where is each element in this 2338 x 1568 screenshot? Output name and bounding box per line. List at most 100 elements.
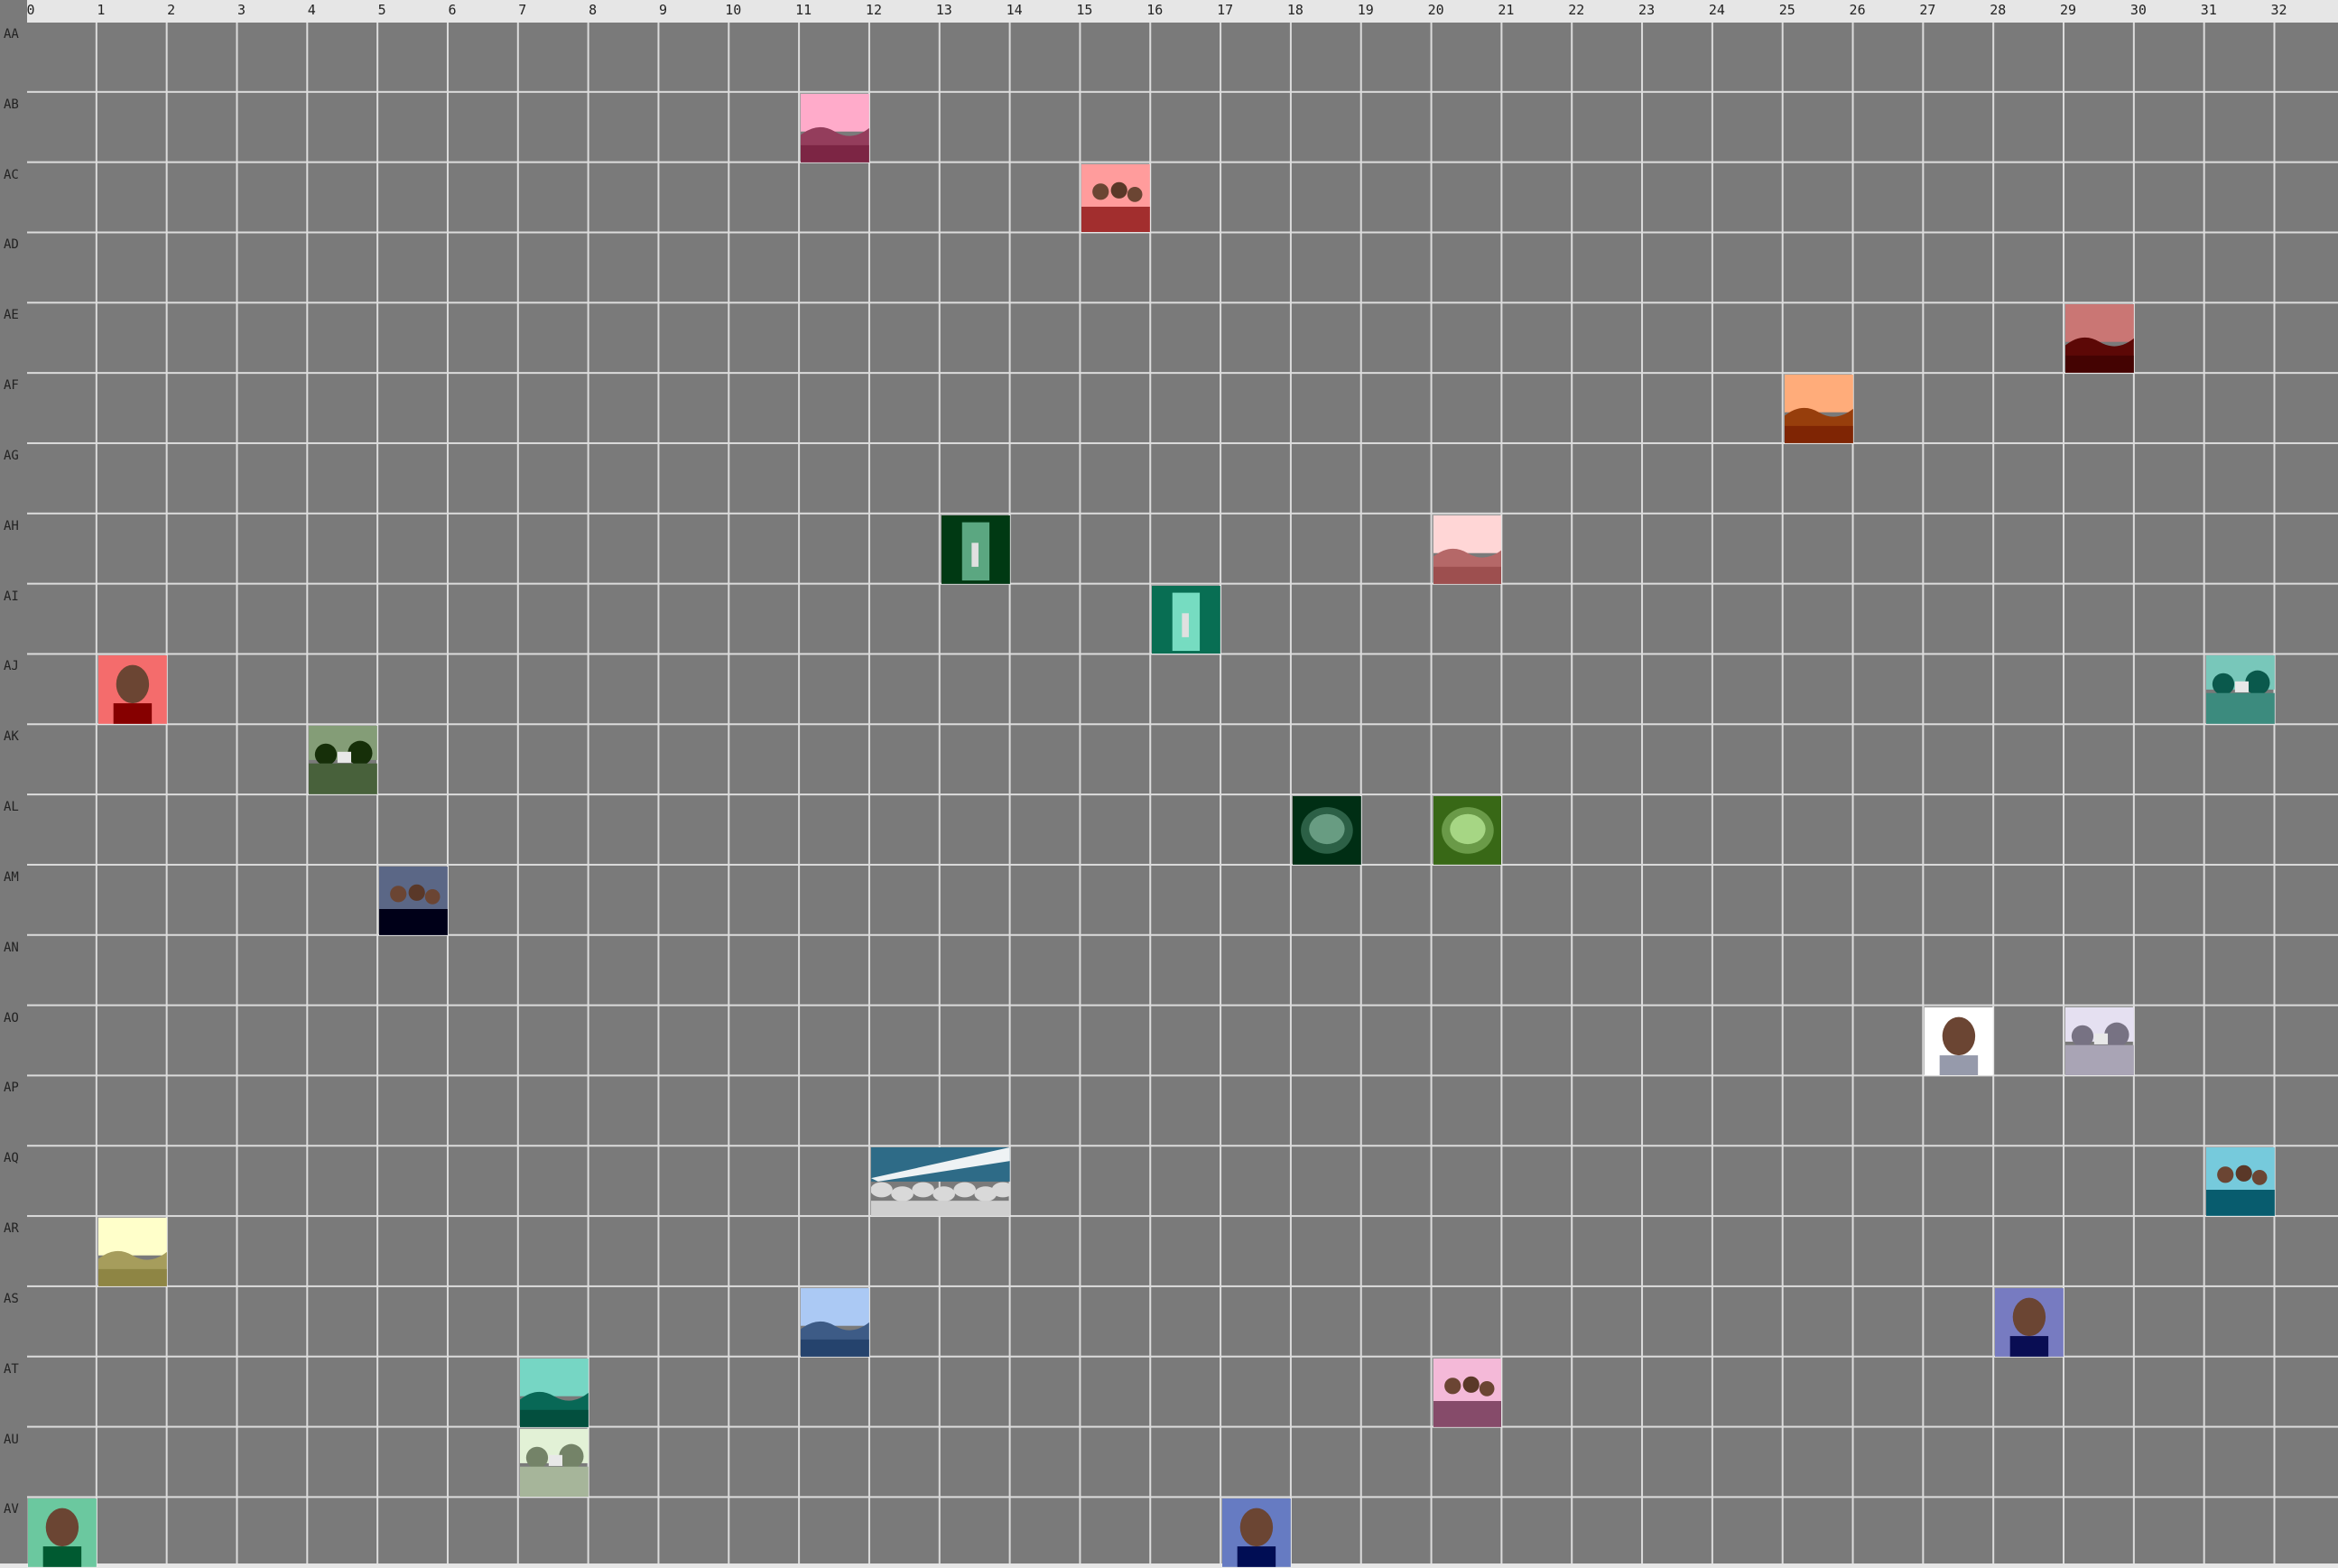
image-tile-am-5[interactable]: [378, 865, 449, 936]
image-tile-av-17[interactable]: [1221, 1498, 1292, 1568]
image-thumbnail-people-sitting: [2205, 1147, 2275, 1217]
column-label-24: 24: [1708, 2, 1725, 18]
column-label-12: 12: [865, 2, 882, 18]
image-tile-au-7[interactable]: [518, 1427, 589, 1498]
column-label-16: 16: [1146, 2, 1164, 18]
image-thumbnail-teal-hill: [519, 1358, 589, 1427]
column-label-28: 28: [1990, 2, 2007, 18]
row-label-AA: AA: [4, 27, 19, 42]
image-tile-aj-31[interactable]: [2204, 654, 2276, 726]
image-thumbnail-sunset-coast: [97, 1218, 167, 1286]
column-label-18: 18: [1286, 2, 1304, 18]
column-label-1: 1: [97, 2, 106, 18]
image-tile-ab-11[interactable]: [800, 92, 870, 163]
image-tile-at-7[interactable]: [518, 1357, 589, 1428]
image-thumbnail-child-portrait: [97, 655, 167, 725]
image-thumbnail-boy-portrait: [1222, 1498, 1291, 1568]
column-label-15: 15: [1076, 2, 1093, 18]
column-label-3: 3: [237, 2, 246, 18]
row-label-AG: AG: [4, 448, 19, 463]
image-thumbnail-green-doorway: [941, 515, 1010, 584]
row-label-AC: AC: [4, 167, 19, 182]
row-label-AK: AK: [4, 729, 19, 745]
image-tile-ah-13[interactable]: [940, 514, 1011, 585]
row-label-AI: AI: [4, 589, 19, 604]
image-thumbnail-people-water: [379, 866, 448, 935]
column-label-30: 30: [2129, 2, 2147, 18]
image-tile-ae-29[interactable]: [2064, 303, 2135, 375]
image-thumbnail-pink-sky-landscape: [801, 93, 869, 162]
image-thumbnail-house-road: [2065, 1007, 2134, 1076]
image-thumbnail-teal-village: [2205, 655, 2275, 725]
image-tile-af-25[interactable]: [1783, 374, 1854, 444]
row-label-AT: AT: [4, 1361, 19, 1377]
row-label-AO: AO: [4, 1010, 19, 1025]
column-label-5: 5: [377, 2, 386, 18]
image-thumbnail-red-mountain: [2065, 304, 2134, 374]
image-tile-aq-31[interactable]: [2204, 1146, 2276, 1218]
row-label-AS: AS: [4, 1291, 19, 1306]
image-thumbnail-park-trees: [519, 1428, 589, 1498]
row-label-AL: AL: [4, 800, 19, 815]
image-thumbnail-mountain-horizon: [1433, 515, 1502, 584]
row-label-AF: AF: [4, 378, 19, 394]
image-tile-ao-27[interactable]: [1924, 1006, 1995, 1077]
row-label-AB: AB: [4, 97, 19, 112]
image-tile-as-28[interactable]: [1994, 1286, 2065, 1358]
column-label-31: 31: [2200, 2, 2217, 18]
image-tile-ar-1[interactable]: [97, 1217, 168, 1287]
row-header: AA AB AC AD AE AF AG AH AI AJ AK AL AM AN AO AP AQ AR AS AT…: [0, 0, 27, 1563]
image-tile-al-20[interactable]: [1432, 795, 1503, 866]
row-label-AJ: AJ: [4, 659, 19, 674]
column-label-9: 9: [658, 2, 667, 18]
column-label-29: 29: [2060, 2, 2077, 18]
column-label-20: 20: [1427, 2, 1444, 18]
image-tile-al-18[interactable]: [1291, 795, 1362, 866]
image-thumbnail-smiling-woman: [28, 1498, 97, 1568]
image-thumbnail-person-standing: [1925, 1007, 1994, 1076]
row-label-AN: AN: [4, 940, 19, 955]
row-label-AD: AD: [4, 237, 19, 253]
row-label-AR: AR: [4, 1221, 19, 1237]
column-label-2: 2: [167, 2, 176, 18]
image-tile-ah-20[interactable]: [1432, 514, 1503, 585]
image-tile-aj-1[interactable]: [97, 654, 168, 726]
row-label-AH: AH: [4, 518, 19, 533]
column-label-22: 22: [1568, 2, 1585, 18]
column-label-27: 27: [1919, 2, 1936, 18]
image-thumbnail-group-photo: [1433, 1358, 1502, 1427]
image-tile-ao-29[interactable]: [2064, 1006, 2135, 1077]
column-label-4: 4: [307, 2, 316, 18]
column-label-25: 25: [1778, 2, 1795, 18]
image-tile-as-11[interactable]: [800, 1286, 870, 1358]
image-thumbnail-desert-field: [1784, 375, 1853, 443]
image-tile-ac-15[interactable]: [1081, 162, 1152, 234]
column-label-0: 0: [26, 2, 35, 18]
row-label-AM: AM: [4, 869, 19, 885]
image-thumbnail-room-interior: [1152, 585, 1221, 654]
image-thumbnail-green-foliage: [1292, 796, 1361, 865]
row-label-AU: AU: [4, 1432, 19, 1447]
row-label-AV: AV: [4, 1502, 19, 1517]
image-tile-ai-16[interactable]: [1151, 584, 1222, 655]
column-label-8: 8: [589, 2, 598, 18]
column-label-6: 6: [448, 2, 457, 18]
column-label-23: 23: [1638, 2, 1656, 18]
image-thumbnail-green-bowl: [1433, 796, 1502, 865]
image-thumbnail-person-beach: [1995, 1287, 2064, 1357]
column-label-7: 7: [518, 2, 527, 18]
image-tile-aq-12[interactable]: [869, 1146, 1011, 1218]
column-label-32: 32: [2270, 2, 2287, 18]
column-label-10: 10: [725, 2, 742, 18]
image-tile-at-20[interactable]: [1432, 1357, 1503, 1428]
row-label-AQ: AQ: [4, 1151, 19, 1166]
row-label-AP: AP: [4, 1081, 19, 1096]
column-label-14: 14: [1006, 2, 1023, 18]
image-grid: [27, 23, 2338, 1568]
image-tile-av-0[interactable]: [27, 1498, 97, 1568]
image-thumbnail-church-field: [309, 726, 378, 795]
image-thumbnail-rocks-sky: [870, 1147, 1010, 1217]
image-tile-ak-4[interactable]: [308, 725, 379, 796]
column-header: 0 1 2 3 4 5 6 7 8 9 10 11 12 13 14 15 16 17 18 19 20 21 22 23 24…: [0, 0, 2338, 23]
row-label-AE: AE: [4, 308, 19, 323]
